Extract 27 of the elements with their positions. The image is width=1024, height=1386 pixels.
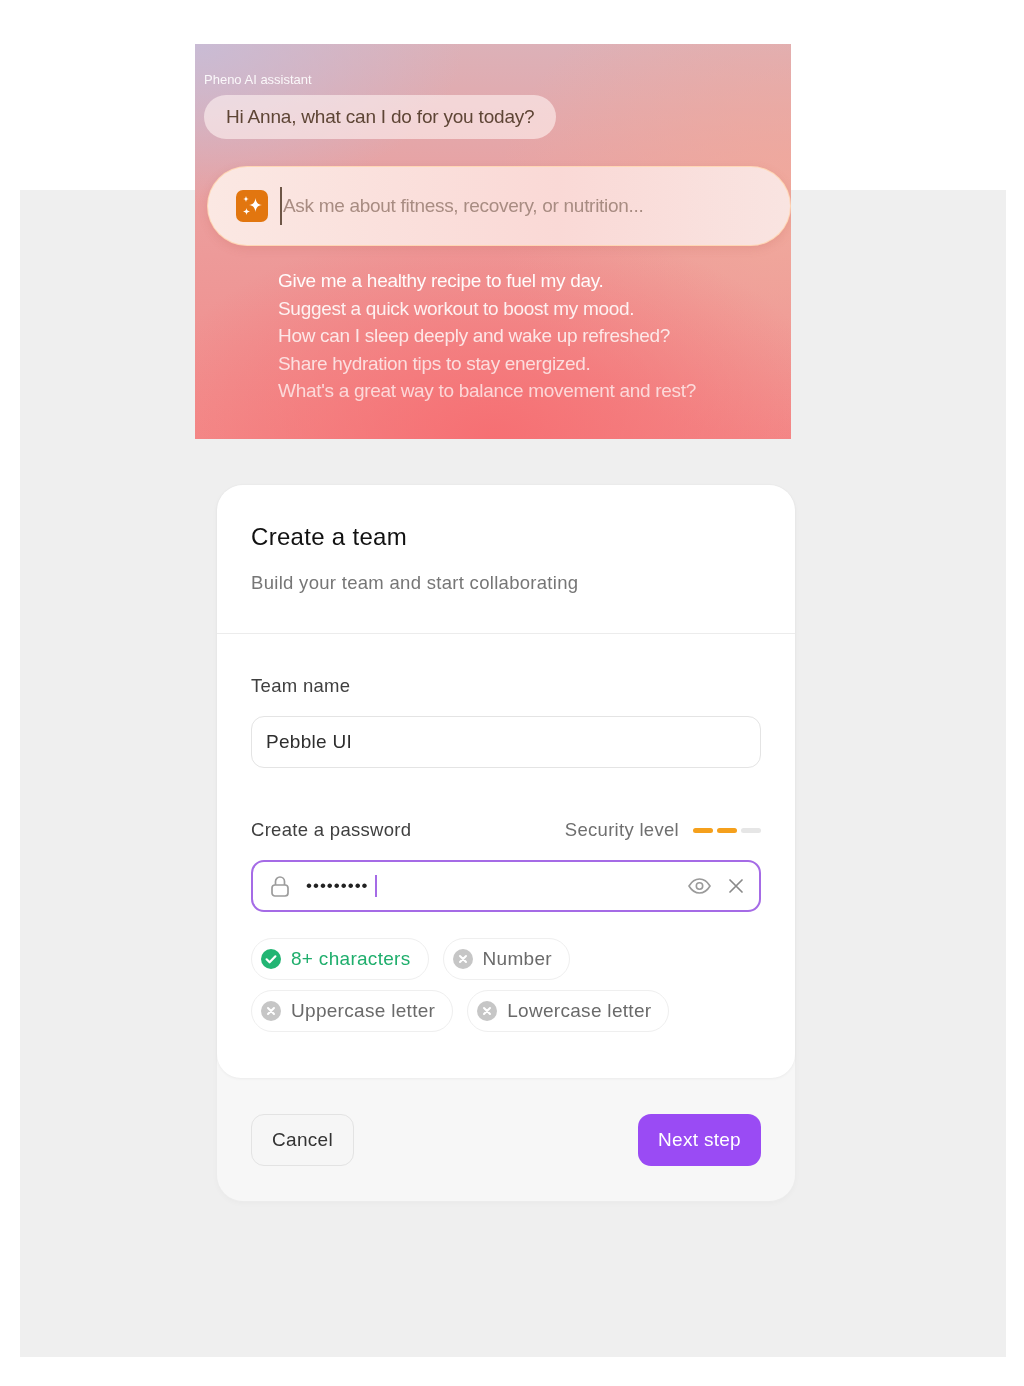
next-step-button[interactable]: Next step bbox=[638, 1114, 761, 1166]
close-icon[interactable] bbox=[729, 879, 743, 893]
suggestion-prompt[interactable]: Suggest a quick workout to boost my mood. bbox=[278, 294, 635, 322]
suggestion-prompt[interactable]: What's a great way to balance movement and rest? bbox=[278, 377, 696, 405]
requirement-chip: Lowercase letter bbox=[467, 990, 670, 1032]
password-field[interactable]: ••••••••• bbox=[251, 860, 761, 912]
text-cursor-icon bbox=[374, 875, 377, 897]
requirement-chip: Number bbox=[442, 938, 570, 980]
sparkle-icon bbox=[236, 190, 268, 222]
greeting-bubble: Hi Anna, what can I do for you today? bbox=[204, 95, 557, 139]
dialog-subtitle: Build your team and start collaborating bbox=[251, 571, 579, 595]
field-label: Create a password bbox=[251, 818, 412, 842]
assistant-label: Pheno AI assistant bbox=[204, 72, 312, 88]
suggestion-prompt[interactable]: How can I sleep deeply and wake up refreshed? bbox=[278, 322, 671, 350]
security-level-label: Security level bbox=[564, 818, 679, 842]
prompt-field[interactable]: Ask me about fitness, recovery, or nutrition... bbox=[207, 166, 791, 246]
field-label: Team name bbox=[251, 674, 352, 698]
text-cursor-icon bbox=[280, 187, 282, 225]
requirement-chip: 8+ characters bbox=[251, 938, 429, 980]
eye-icon[interactable] bbox=[688, 878, 711, 894]
suggestion-prompt[interactable]: Share hydration tips to stay energized. bbox=[278, 349, 591, 377]
cancel-button[interactable]: Cancel bbox=[251, 1114, 354, 1166]
team-name-field[interactable]: Pebble UI bbox=[251, 716, 761, 768]
lock-icon bbox=[271, 875, 289, 897]
suggestion-prompt[interactable]: Give me a healthy recipe to fuel my day. bbox=[278, 267, 604, 295]
requirement-chip: Uppercase letter bbox=[251, 990, 454, 1032]
dialog-title: Create a team bbox=[251, 523, 407, 551]
